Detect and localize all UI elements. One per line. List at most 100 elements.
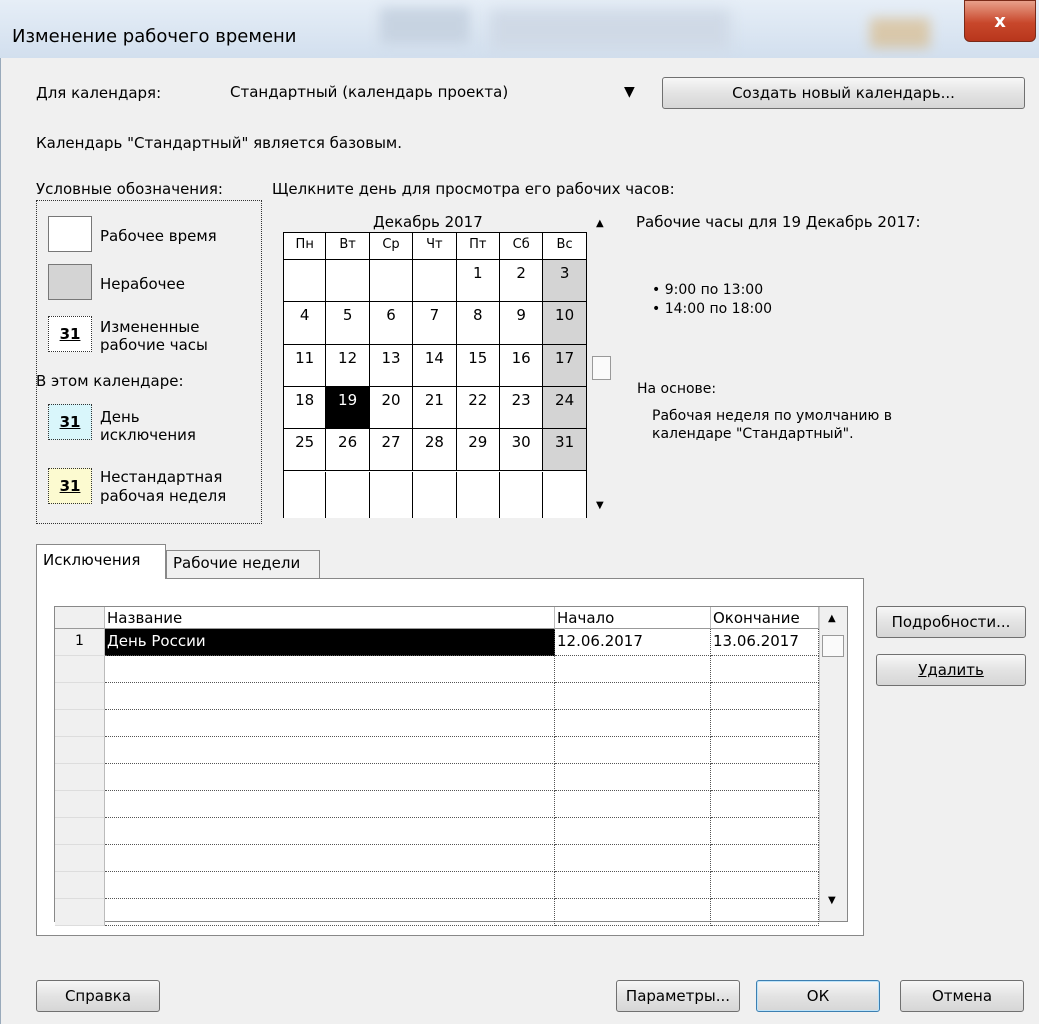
calendar-day[interactable]: 8 [456,302,500,345]
row-number[interactable] [55,764,105,791]
scroll-down-icon[interactable]: ▼ [596,500,604,511]
table-row[interactable] [55,818,819,845]
table-row[interactable] [55,764,819,791]
calendar-day[interactable]: 24 [543,386,587,430]
cell-start[interactable] [555,737,711,764]
scroll-up-icon[interactable]: ▲ [828,613,836,624]
cell-name[interactable] [105,791,555,818]
cell-end[interactable] [711,818,819,845]
cell-end[interactable] [711,683,819,710]
cell-start[interactable] [555,791,711,818]
tab-work-weeks[interactable]: Рабочие недели [166,550,320,578]
calendar-day[interactable]: 22 [456,386,500,430]
row-number[interactable] [55,872,105,899]
calendar-day[interactable]: 16 [500,344,544,387]
calendar-day[interactable]: 25 [283,429,327,472]
chevron-down-icon[interactable]: ▼ [624,84,635,100]
cell-name[interactable] [105,872,555,899]
row-number[interactable] [55,683,105,710]
calendar-day[interactable]: 12 [326,344,370,387]
calendar-day[interactable]: 30 [500,429,544,472]
table-scrollbar[interactable]: ▲ ▼ [819,607,847,921]
row-number[interactable] [55,791,105,818]
ok-button[interactable]: ОК [756,980,880,1012]
calendar-day[interactable]: 10 [543,302,587,345]
cell-name[interactable] [105,818,555,845]
table-row[interactable] [55,737,819,764]
row-number[interactable] [55,899,105,926]
table-row[interactable] [55,791,819,818]
calendar-day[interactable]: 15 [456,344,500,387]
calendar-day[interactable]: 26 [326,429,370,472]
cell-end[interactable] [711,845,819,872]
calendar-day[interactable]: 20 [369,386,414,430]
calendar-day[interactable]: 31 [543,429,587,472]
column-header-end[interactable]: Окончание [711,607,819,629]
table-row[interactable] [55,845,819,872]
calendar-day[interactable]: 9 [500,302,544,345]
cell-end[interactable] [711,656,819,683]
calendar-day[interactable]: 29 [456,429,500,472]
cell-name[interactable] [105,683,555,710]
options-button[interactable]: Параметры... [616,980,740,1012]
calendar-day[interactable]: 18 [283,386,327,430]
table-row[interactable] [55,899,819,926]
close-button[interactable]: x [964,0,1036,42]
cell-start[interactable]: 12.06.2017 [555,629,711,656]
calendar-scrollbar[interactable]: ▲ ▼ [592,210,612,520]
table-row[interactable]: 1 День России 12.06.2017 13.06.2017 [55,629,819,656]
cell-name[interactable] [105,899,555,926]
cell-start[interactable] [555,899,711,926]
calendar-day[interactable]: 23 [500,386,544,430]
row-number[interactable]: 1 [55,629,105,656]
cell-start[interactable] [555,656,711,683]
cell-end[interactable] [711,710,819,737]
cell-name[interactable] [105,710,555,737]
calendar-day[interactable]: 7 [413,302,457,345]
table-row[interactable] [55,872,819,899]
calendar-day[interactable]: 3 [543,260,587,303]
cell-start[interactable] [555,872,711,899]
scroll-thumb[interactable] [592,356,611,380]
calendar-day[interactable]: 19 [326,386,370,430]
cell-end[interactable] [711,737,819,764]
column-header-start[interactable]: Начало [555,607,711,629]
cell-start[interactable] [555,764,711,791]
cell-name[interactable] [105,764,555,791]
column-header-name[interactable]: Название [105,607,555,629]
calendar-day[interactable]: 1 [456,260,500,303]
calendar-day[interactable]: 11 [283,344,327,387]
scroll-down-icon[interactable]: ▼ [828,895,836,906]
cell-name[interactable] [105,656,555,683]
cell-end[interactable]: 13.06.2017 [711,629,819,656]
calendar-day[interactable]: 27 [369,429,414,472]
cell-end[interactable] [711,764,819,791]
cell-name[interactable]: День России [105,629,555,656]
scroll-thumb[interactable] [822,635,844,657]
cell-end[interactable] [711,899,819,926]
cell-start[interactable] [555,818,711,845]
calendar-day[interactable]: 13 [369,344,414,387]
calendar-day[interactable]: 4 [283,302,327,345]
cell-start[interactable] [555,683,711,710]
calendar-day[interactable]: 6 [369,302,414,345]
scroll-up-icon[interactable]: ▲ [596,218,604,229]
cell-end[interactable] [711,791,819,818]
row-number[interactable] [55,818,105,845]
cell-name[interactable] [105,845,555,872]
calendar-day[interactable]: 14 [413,344,457,387]
create-calendar-button[interactable]: Создать новый календарь... [662,77,1025,109]
cell-start[interactable] [555,845,711,872]
row-number[interactable] [55,656,105,683]
cell-end[interactable] [711,872,819,899]
delete-button[interactable]: Удалить [876,654,1026,686]
cancel-button[interactable]: Отмена [900,980,1024,1012]
tab-exceptions[interactable]: Исключения [36,544,166,579]
table-row[interactable] [55,710,819,737]
help-button[interactable]: Справка [36,980,160,1012]
table-row[interactable] [55,683,819,710]
calendar-day[interactable]: 5 [326,302,370,345]
cell-start[interactable] [555,710,711,737]
calendar-day[interactable]: 17 [543,344,587,387]
table-row[interactable] [55,656,819,683]
